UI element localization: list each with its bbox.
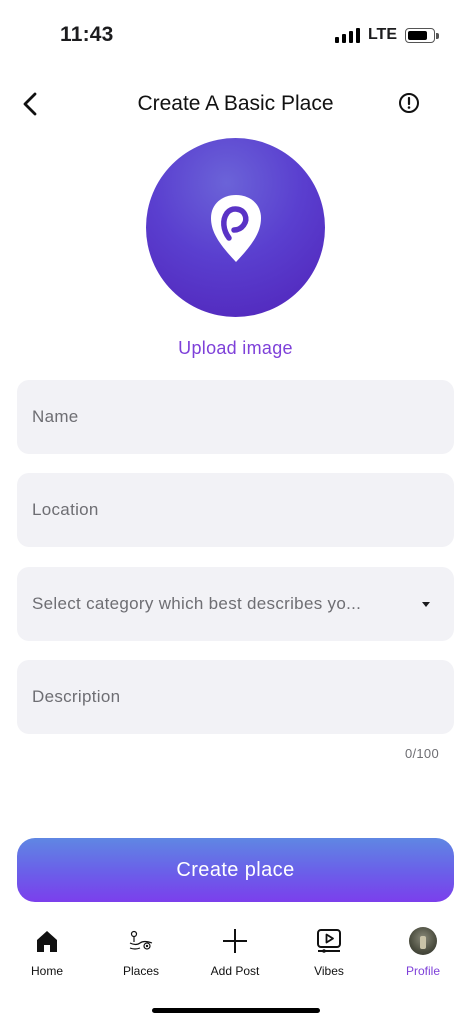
description-field[interactable]: Description [17,660,454,734]
video-play-icon [317,929,341,953]
status-indicators: LTE [334,26,439,44]
name-field[interactable]: Name [17,380,454,454]
home-indicator [152,1008,320,1013]
tab-vibes[interactable]: Vibes [284,922,374,982]
brand-logo-icon [210,194,261,262]
upload-image-link[interactable]: Upload image [0,338,471,359]
info-circle-icon [399,93,419,113]
tab-places-label: Places [122,964,160,978]
tab-vibes-label: Vibes [314,964,344,978]
tab-home[interactable]: Home [2,922,92,982]
tab-add-post-label: Add Post [210,964,260,978]
tab-profile-label: Profile [405,964,440,978]
bottom-tab-bar: Home Places Add Post Vibes Profile [0,922,471,982]
status-time: 11:43 [60,23,114,46]
place-image-avatar[interactable] [146,138,325,317]
tab-profile[interactable]: Profile [378,922,468,982]
battery-icon [405,27,439,43]
location-field[interactable]: Location [17,473,454,547]
home-icon [37,931,57,952]
tab-places[interactable]: Places [96,922,186,982]
create-place-button[interactable]: Create place [17,838,454,902]
plus-icon [223,929,247,953]
profile-avatar [409,927,437,955]
tab-home-label: Home [30,964,63,978]
description-counter: 0/100 [404,746,439,761]
header: Create A Basic Place [0,80,471,128]
signal-icon [334,27,360,43]
tab-add-post[interactable]: Add Post [190,922,280,982]
category-select[interactable]: Select category which best describes yo.… [17,567,454,641]
status-bar: 11:43 LTE [0,0,471,70]
places-icon [129,930,153,950]
info-button[interactable] [397,91,421,115]
caret-down-icon [422,601,430,607]
category-placeholder: Select category which best describes yo.… [32,594,362,613]
network-type: LTE [367,26,397,43]
